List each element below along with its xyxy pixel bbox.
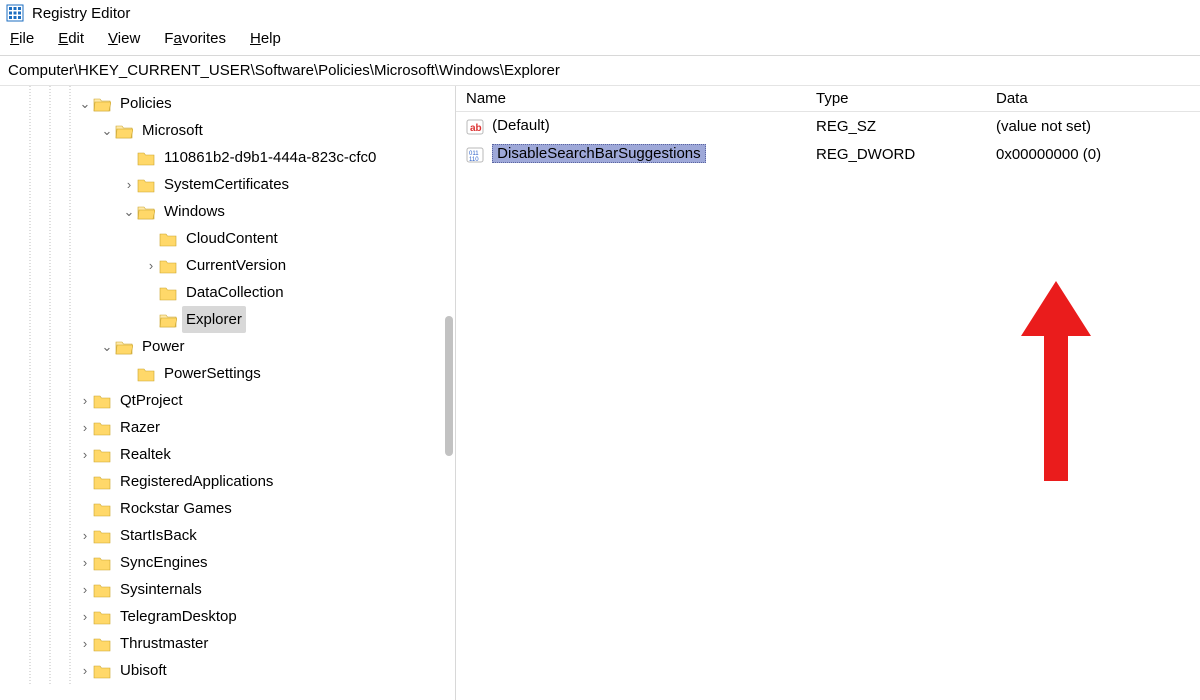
folder-open-icon — [114, 339, 134, 355]
tree-scrollbar-thumb[interactable] — [445, 316, 453, 456]
folder-icon — [92, 474, 112, 490]
tree-node-systemcertificates[interactable]: › SystemCertificates — [0, 171, 455, 198]
values-header: Name Type Data — [456, 86, 1200, 112]
tree-node-power[interactable]: ⌄ Power — [0, 333, 455, 360]
value-name: (Default) — [492, 117, 550, 134]
tree-node-sysinternals[interactable]: › Sysinternals — [0, 576, 455, 603]
folder-icon — [158, 258, 178, 274]
menubar: File Edit View Favorites Help — [0, 28, 1200, 55]
chevron-down-icon[interactable]: ⌄ — [100, 117, 114, 144]
tree-node-rockstar[interactable]: Rockstar Games — [0, 495, 455, 522]
tree-node-explorer[interactable]: Explorer — [0, 306, 455, 333]
folder-icon — [92, 636, 112, 652]
registry-tree[interactable]: ⌄ Policies ⌄ Microsoft 110861b2-d9b1-444… — [0, 90, 455, 684]
folder-icon — [136, 366, 156, 382]
folder-icon — [136, 150, 156, 166]
tree-node-razer[interactable]: › Razer — [0, 414, 455, 441]
tree-pane: ⌄ Policies ⌄ Microsoft 110861b2-d9b1-444… — [0, 86, 456, 700]
folder-icon — [158, 231, 178, 247]
folder-open-icon — [158, 312, 178, 328]
menu-file[interactable]: File — [10, 30, 34, 47]
chevron-right-icon[interactable]: › — [78, 414, 92, 441]
menu-edit[interactable]: Edit — [58, 30, 84, 47]
folder-icon — [92, 582, 112, 598]
tree-node-powersettings[interactable]: PowerSettings — [0, 360, 455, 387]
chevron-right-icon[interactable]: › — [78, 657, 92, 684]
tree-node-ubisoft[interactable]: › Ubisoft — [0, 657, 455, 684]
tree-node-realtek[interactable]: › Realtek — [0, 441, 455, 468]
titlebar: Registry Editor — [0, 0, 1200, 28]
folder-icon — [92, 393, 112, 409]
folder-icon — [92, 663, 112, 679]
chevron-right-icon[interactable]: › — [144, 252, 158, 279]
chevron-down-icon[interactable]: ⌄ — [122, 198, 136, 225]
tree-node-syncengines[interactable]: › SyncEngines — [0, 549, 455, 576]
tree-node-thrustmaster[interactable]: › Thrustmaster — [0, 630, 455, 657]
folder-icon — [92, 420, 112, 436]
chevron-right-icon[interactable]: › — [78, 576, 92, 603]
chevron-right-icon[interactable]: › — [78, 441, 92, 468]
menu-help[interactable]: Help — [250, 30, 281, 47]
chevron-right-icon[interactable]: › — [78, 522, 92, 549]
tree-node-startisback[interactable]: › StartIsBack — [0, 522, 455, 549]
address-bar[interactable]: Computer\HKEY_CURRENT_USER\Software\Poli… — [0, 55, 1200, 86]
chevron-right-icon[interactable]: › — [78, 387, 92, 414]
folder-icon — [136, 177, 156, 193]
svg-text:110: 110 — [469, 157, 479, 163]
folder-open-icon — [92, 96, 112, 112]
chevron-right-icon[interactable]: › — [78, 603, 92, 630]
chevron-down-icon[interactable]: ⌄ — [78, 90, 92, 117]
tree-node-guidkey[interactable]: 110861b2-d9b1-444a-823c-cfc0 — [0, 144, 455, 171]
tree-node-datacollection[interactable]: DataCollection — [0, 279, 455, 306]
svg-text:ab: ab — [470, 123, 482, 134]
regedit-icon — [6, 4, 24, 22]
value-data: 0x00000000 (0) — [986, 146, 1200, 163]
tree-node-currentversion[interactable]: › CurrentVersion — [0, 252, 455, 279]
chevron-right-icon[interactable]: › — [122, 171, 136, 198]
chevron-down-icon[interactable]: ⌄ — [100, 333, 114, 360]
tree-node-cloudcontent[interactable]: CloudContent — [0, 225, 455, 252]
folder-icon — [158, 285, 178, 301]
tree-node-telegramdesktop[interactable]: › TelegramDesktop — [0, 603, 455, 630]
folder-icon — [92, 609, 112, 625]
column-header-name[interactable]: Name — [456, 90, 806, 107]
main-split: ⌄ Policies ⌄ Microsoft 110861b2-d9b1-444… — [0, 86, 1200, 700]
values-pane: Name Type Data ab (Default) REG_SZ (valu… — [456, 86, 1200, 700]
folder-icon — [92, 447, 112, 463]
binary-value-icon: 011110 — [466, 147, 484, 163]
chevron-right-icon[interactable]: › — [78, 630, 92, 657]
folder-open-icon — [114, 123, 134, 139]
column-header-data[interactable]: Data — [986, 90, 1200, 107]
window-title: Registry Editor — [32, 5, 130, 22]
menu-view[interactable]: View — [108, 30, 140, 47]
value-type: REG_DWORD — [806, 146, 986, 163]
tree-node-microsoft[interactable]: ⌄ Microsoft — [0, 117, 455, 144]
value-type: REG_SZ — [806, 118, 986, 135]
folder-icon — [92, 555, 112, 571]
folder-icon — [92, 501, 112, 517]
column-header-type[interactable]: Type — [806, 90, 986, 107]
tree-node-qtproject[interactable]: › QtProject — [0, 387, 455, 414]
folder-icon — [92, 528, 112, 544]
folder-open-icon — [136, 204, 156, 220]
annotation-arrow-icon — [1016, 281, 1096, 491]
value-name: DisableSearchBarSuggestions — [492, 144, 705, 163]
tree-node-windows[interactable]: ⌄ Windows — [0, 198, 455, 225]
menu-favorites[interactable]: Favorites — [164, 30, 226, 47]
string-value-icon: ab — [466, 119, 484, 135]
chevron-right-icon[interactable]: › — [78, 549, 92, 576]
tree-node-policies[interactable]: ⌄ Policies — [0, 90, 455, 117]
value-row-disablesearchbarsuggestions[interactable]: 011110 DisableSearchBarSuggestions REG_D… — [456, 140, 1200, 168]
tree-node-registeredapplications[interactable]: RegisteredApplications — [0, 468, 455, 495]
value-row-default[interactable]: ab (Default) REG_SZ (value not set) — [456, 112, 1200, 140]
value-data: (value not set) — [986, 118, 1200, 135]
